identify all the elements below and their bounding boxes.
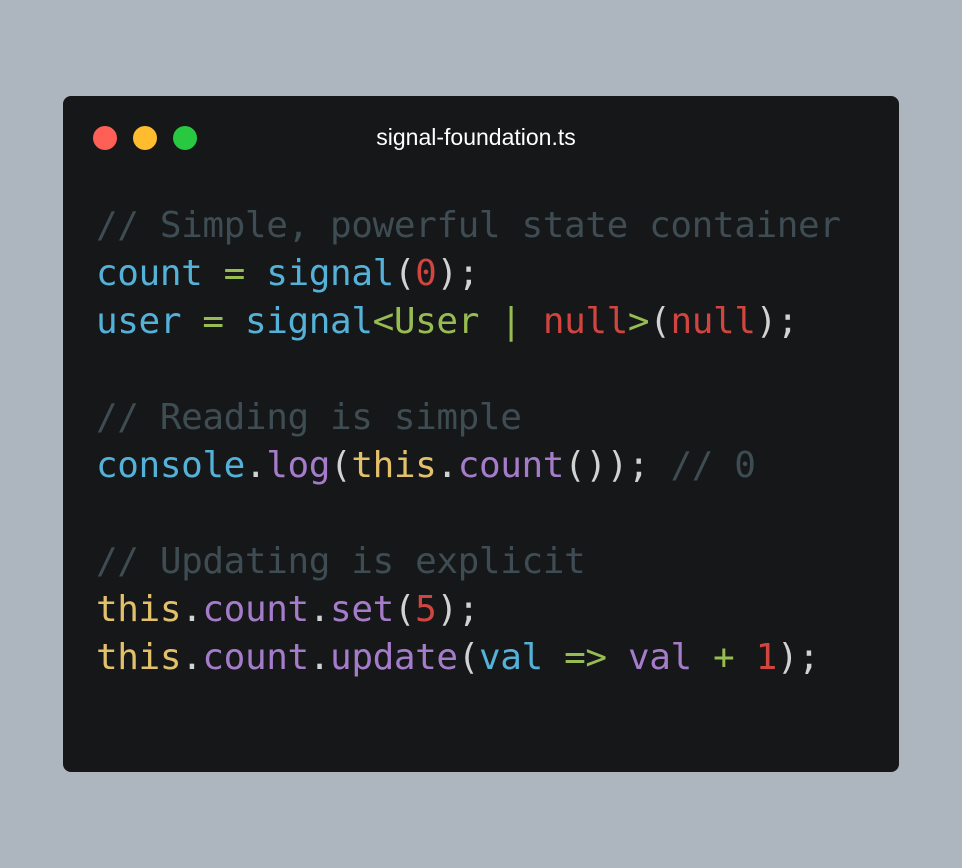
code-token: . [436,445,458,486]
code-token: ); [776,637,820,678]
code-line: count = signal(0); [96,250,841,298]
code-token: null [542,301,629,342]
code-token: => [564,637,607,678]
code-token: ( [330,445,352,486]
code-line: // Simple, powerful state container [96,202,841,250]
code-token: ); [755,301,799,342]
code-token: count [457,445,565,486]
code-token: = [202,301,224,342]
code-token: 5 [415,589,437,630]
code-line: // Updating is explicit [96,538,841,586]
code-token: + [713,637,735,678]
code-token: this [96,637,182,678]
code-token: . [308,637,331,678]
code-token: count [202,589,309,630]
code-token: > [627,301,650,342]
code-token: set [330,589,394,630]
code-token: . [308,589,331,630]
code-token: // Simple, powerful state container [96,205,841,246]
code-token: ); [436,589,479,630]
code-token: this [96,589,182,630]
window-title: signal-foundation.ts [376,124,576,150]
code-block[interactable]: // Simple, powerful state container count… [96,202,841,682]
code-token: val [478,637,543,678]
code-token: signal [244,301,373,342]
code-token: . [244,445,267,486]
code-token: // Reading is simple [96,397,522,438]
code-token: update [330,637,458,678]
code-token: user [96,301,182,342]
code-token: log [266,445,331,486]
code-line: // Reading is simple [96,394,841,442]
code-token: ); [436,253,479,294]
code-token: = [223,253,246,294]
code-token: console [96,445,245,486]
code-token: // 0 [670,445,756,486]
code-token: ( [649,301,671,342]
code-token: this [351,445,437,486]
code-line: user = signal<User | null>(null); [96,298,841,346]
code-token: ( [457,637,480,678]
code-line: this.count.set(5); [96,586,841,634]
code-token: . [181,637,203,678]
code-token: 1 [755,637,778,678]
code-token: ( [393,589,416,630]
title-bar: signal-foundation.ts [63,96,899,178]
code-token: count [96,253,203,294]
code-token: . [181,589,203,630]
code-token: val [627,637,692,678]
code-token: null [670,301,756,342]
code-token: // Updating is explicit [96,541,586,582]
code-line: console.log(this.count()); // 0 [96,442,841,490]
code-token: count [202,637,309,678]
code-line: this.count.update(val => val + 1); [96,634,841,682]
code-token: ( [393,253,416,294]
code-token: 0 [415,253,437,294]
code-window: signal-foundation.ts // Simple, powerful… [63,96,899,772]
code-token: signal [266,253,394,294]
code-token: ()); [564,445,671,486]
code-token: <User | [372,301,543,342]
